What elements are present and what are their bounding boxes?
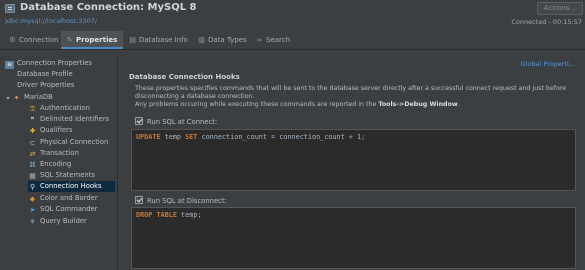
connection-hooks-panel: Global Properti... Database Connection H…	[117, 56, 585, 270]
database-connection-icon	[5, 4, 15, 13]
sidebar-item-label: MariaDB	[24, 93, 53, 101]
description-line-1: These properties specifies commands that…	[135, 85, 567, 92]
palette-icon: ◆	[29, 195, 36, 203]
sidebar-item-color-and-border[interactable]: ◆ Color and Border	[28, 193, 115, 204]
sidebar-item-database-profile[interactable]: Database Profile	[17, 69, 115, 80]
sidebar-item-authentication[interactable]: ⚿ Authentication	[28, 103, 115, 114]
jdbc-url-link[interactable]: jdbc:mysql://localhost:3307/	[5, 17, 97, 25]
sidebar-item-connection-properties[interactable]: ≡ Connection Properties	[5, 58, 115, 69]
window-header: Database Connection: MySQL 8 jdbc:mysql:…	[0, 0, 585, 31]
physical-connection-icon: ⊂	[29, 139, 36, 147]
sql-statements-icon: ▦	[29, 172, 36, 180]
sidebar-item-encoding[interactable]: ⌘ Encoding	[28, 159, 115, 170]
sidebar-item-label: Query Builder	[40, 217, 87, 225]
sidebar-item-label: Connection Properties	[17, 59, 92, 67]
sidebar-item-connection-hooks[interactable]: ⚲ Connection Hooks	[28, 181, 115, 192]
sidebar-item-label: SQL Commander	[40, 205, 98, 213]
tab-connection-label: Connection	[19, 36, 59, 44]
data-types-icon: ▥	[198, 36, 205, 44]
sidebar-item-delimited-identifiers[interactable]: ❞ Delimited Identifiers	[28, 114, 115, 125]
sidebar-item-label: Connection Hooks	[40, 182, 102, 190]
sql-keyword: DROP	[136, 211, 153, 219]
sidebar-item-sql-statements[interactable]: ▦ SQL Statements	[28, 170, 115, 181]
properties-sidebar: ≡ Connection Properties Database Profile …	[0, 56, 117, 270]
sidebar-item-label: Driver Properties	[17, 81, 75, 89]
sql-text: temp	[160, 133, 186, 141]
chevron-down-icon[interactable]: ▾	[5, 95, 11, 103]
query-builder-icon: ⚘	[29, 218, 36, 226]
sidebar-item-sql-commander[interactable]: ➤ SQL Commander	[28, 204, 115, 215]
sql-commander-icon: ➤	[29, 206, 36, 214]
sidebar-item-label: Physical Connection	[40, 138, 109, 146]
sidebar-item-label: Encoding	[40, 160, 72, 168]
sidebar-item-label: Qualifiers	[40, 126, 73, 134]
sidebar-item-label: Database Profile	[17, 70, 73, 78]
sql-keyword: SET	[185, 133, 198, 141]
section-title: Database Connection Hooks	[129, 73, 240, 81]
tab-properties[interactable]: ✎ Properties	[61, 31, 123, 49]
sidebar-item-label: Transaction	[40, 149, 79, 157]
sidebar-item-label: Delimited Identifiers	[40, 115, 110, 123]
run-sql-at-disconnect-label: Run SQL at Disconnect:	[147, 197, 227, 205]
encoding-icon: ⌘	[29, 161, 36, 169]
binoculars-icon: ∞	[256, 36, 263, 44]
tab-bar: ⚙ Connection ✎ Properties ▤ Database Info ▥…	[0, 31, 585, 50]
tab-database-info-label: Database Info	[139, 36, 188, 44]
tab-properties-label: Properties	[76, 36, 118, 44]
qualifiers-icon: ✚	[29, 127, 36, 135]
sql-keyword: UPDATE	[136, 133, 161, 141]
tab-search-label: Search	[266, 36, 291, 44]
plug-icon: ⚙	[9, 36, 16, 44]
run-sql-at-connect-checkbox[interactable]	[135, 117, 143, 125]
sidebar-item-qualifiers[interactable]: ✚ Qualifiers	[28, 125, 115, 136]
mariadb-icon: ✦	[13, 94, 20, 102]
run-sql-at-connect-label: Run SQL at Connect:	[147, 118, 218, 126]
hook-icon: ⚲	[29, 183, 36, 191]
wrench-icon: ✎	[66, 36, 73, 44]
run-sql-at-disconnect-row[interactable]: Run SQL at Disconnect:	[135, 196, 227, 206]
sidebar-item-label: SQL Statements	[40, 171, 95, 179]
description-line-2: disconnecting a database connection.	[135, 93, 255, 100]
connect-sql-editor[interactable]: UPDATE temp SET connection_count = conne…	[131, 129, 576, 191]
sidebar-item-label: Authentication	[40, 104, 90, 112]
tab-database-info[interactable]: ▤ Database Info	[124, 31, 188, 49]
sidebar-item-query-builder[interactable]: ⚘ Query Builder	[28, 216, 115, 227]
database-icon: ▤	[129, 36, 136, 44]
tab-search[interactable]: ∞ Search	[253, 31, 293, 49]
sidebar-item-label: Color and Border	[40, 194, 98, 202]
sidebar-item-physical-connection[interactable]: ⊂ Physical Connection	[28, 137, 115, 148]
delimited-identifiers-icon: ❞	[30, 116, 35, 124]
tab-data-types[interactable]: ▥ Data Types	[195, 31, 249, 49]
properties-icon: ≡	[5, 61, 14, 69]
sidebar-item-driver-properties[interactable]: Driver Properties	[17, 80, 115, 91]
sidebar-item-mariadb[interactable]: ▾ ✦ MariaDB	[5, 92, 115, 103]
transaction-icon: ⇄	[29, 150, 36, 158]
description-line-3: Any problems occuring while executing th…	[135, 101, 460, 108]
global-properties-link[interactable]: Global Properti...	[521, 60, 575, 68]
description-line-3-prefix: Any problems occuring while executing th…	[135, 101, 379, 108]
actions-button[interactable]: Actions...	[537, 2, 583, 15]
run-sql-at-disconnect-checkbox[interactable]	[135, 196, 143, 204]
tab-data-types-label: Data Types	[208, 36, 247, 44]
sql-text: connection_count = connection_count + 1;	[197, 133, 366, 141]
disconnect-sql-editor[interactable]: DROP TABLE temp;	[131, 207, 576, 269]
sql-text: temp;	[176, 211, 202, 219]
tab-connection[interactable]: ⚙ Connection	[4, 31, 60, 49]
connection-status: Connected - 00:15:57	[511, 18, 582, 26]
sidebar-item-transaction[interactable]: ⇄ Transaction	[28, 148, 115, 159]
run-sql-at-connect-row[interactable]: Run SQL at Connect:	[135, 117, 217, 127]
description-line-3-suffix: .	[457, 101, 460, 108]
debug-window-reference: Tools->Debug Window	[378, 101, 458, 108]
sql-keyword: TABLE	[156, 211, 177, 219]
window-title: Database Connection: MySQL 8	[20, 2, 197, 13]
authentication-icon: ⚿	[29, 105, 36, 113]
